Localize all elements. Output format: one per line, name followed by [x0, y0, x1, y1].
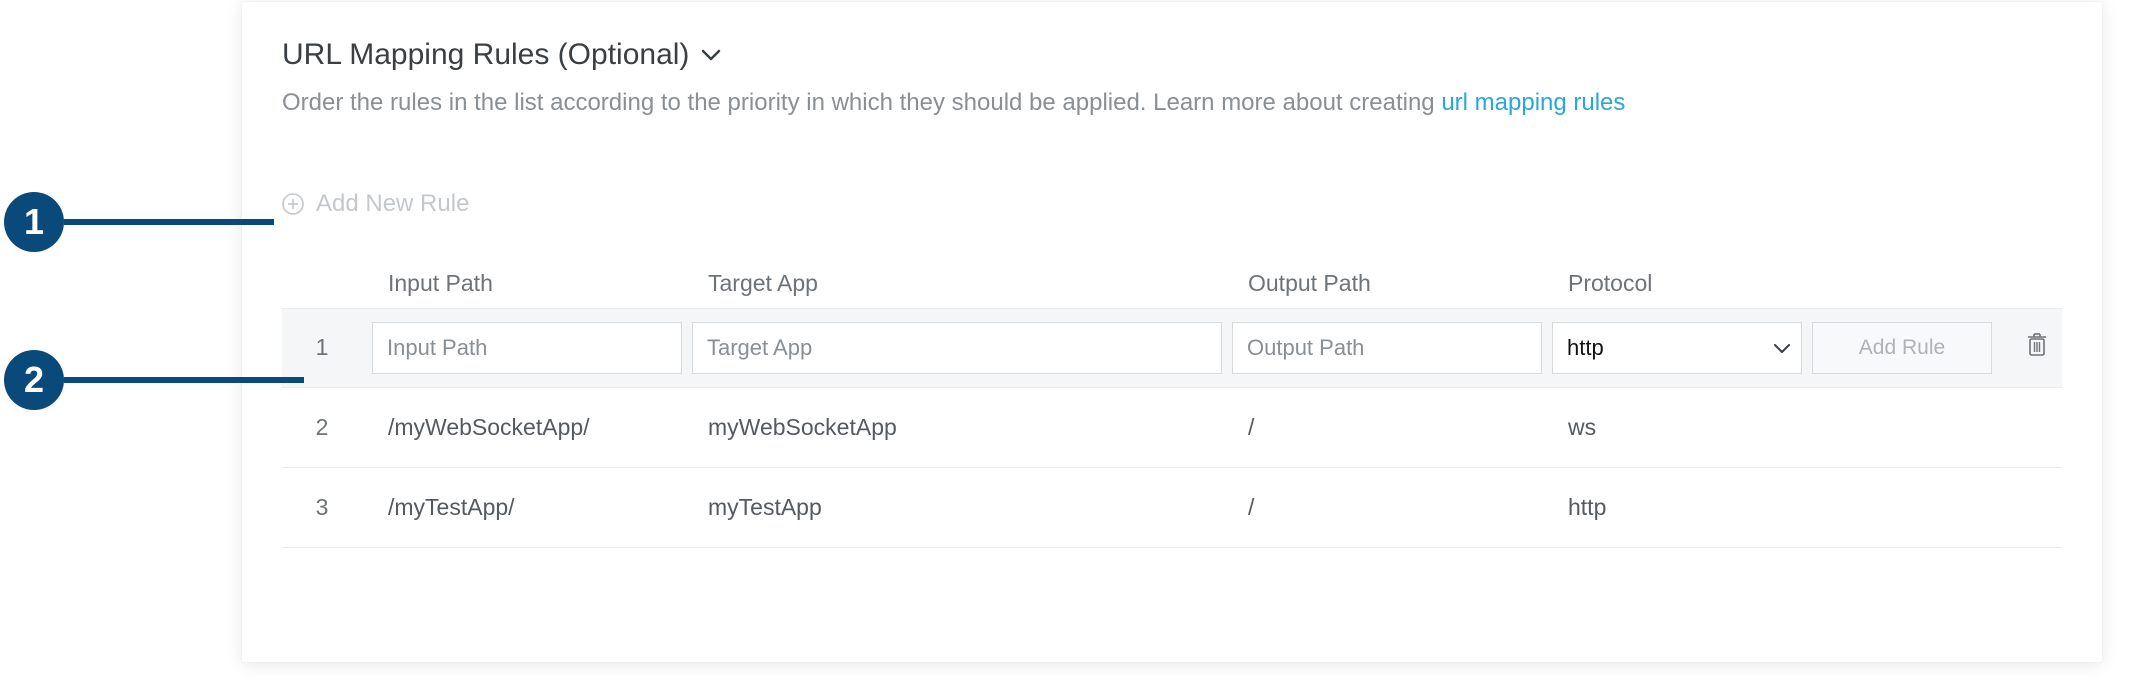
row-input-path: /myTestApp/ — [372, 494, 682, 521]
url-mapping-rules-link[interactable]: url mapping rules — [1441, 89, 1625, 116]
trash-icon — [2026, 332, 2048, 364]
callout-2: 2 — [4, 350, 304, 410]
table-row: 2 /myWebSocketApp/ myWebSocketApp / ws — [282, 388, 2062, 468]
delete-row-button[interactable] — [2002, 332, 2072, 364]
row-protocol: ws — [1552, 414, 1802, 441]
section-description: Order the rules in the list according to… — [282, 86, 2062, 120]
callout-1: 1 — [4, 192, 274, 252]
col-protocol: Protocol — [1552, 270, 1802, 297]
add-new-rule-button[interactable]: Add New Rule — [282, 190, 469, 218]
row-output-path: / — [1232, 414, 1542, 441]
table-row: 3 /myTestApp/ myTestApp / http — [282, 468, 2062, 548]
protocol-select-value: http — [1567, 335, 1604, 361]
chevron-down-icon — [1773, 335, 1791, 361]
row-input-path: /myWebSocketApp/ — [372, 414, 682, 441]
section-title: URL Mapping Rules (Optional) — [282, 38, 689, 72]
add-new-rule-label: Add New Rule — [316, 190, 469, 218]
section-header[interactable]: URL Mapping Rules (Optional) — [282, 38, 2062, 72]
section-desc-text: Order the rules in the list according to… — [282, 89, 1441, 116]
callout-2-badge: 2 — [4, 350, 64, 410]
row-index: 3 — [282, 494, 362, 521]
target-app-field[interactable] — [692, 322, 1222, 374]
col-input-path: Input Path — [372, 270, 682, 297]
chevron-down-icon — [701, 48, 721, 67]
callout-2-line — [64, 377, 304, 383]
callout-1-badge: 1 — [4, 192, 64, 252]
rules-table: Input Path Target App Output Path Protoc… — [282, 260, 2062, 548]
callout-1-line — [64, 219, 274, 225]
row-protocol: http — [1552, 494, 1802, 521]
url-mapping-panel: URL Mapping Rules (Optional) Order the r… — [242, 2, 2102, 662]
col-output-path: Output Path — [1232, 270, 1542, 297]
col-target-app: Target App — [692, 270, 1222, 297]
plus-circle-icon — [282, 193, 304, 215]
protocol-select[interactable]: http — [1552, 322, 1802, 374]
row-index: 2 — [282, 414, 362, 441]
edit-row: 1 http Add Rule — [282, 308, 2062, 388]
output-path-field[interactable] — [1232, 322, 1542, 374]
input-path-field[interactable] — [372, 322, 682, 374]
row-output-path: / — [1232, 494, 1542, 521]
row-target-app: myWebSocketApp — [692, 414, 1222, 441]
add-rule-button[interactable]: Add Rule — [1812, 322, 1992, 374]
table-header-row: Input Path Target App Output Path Protoc… — [282, 260, 2062, 308]
row-target-app: myTestApp — [692, 494, 1222, 521]
